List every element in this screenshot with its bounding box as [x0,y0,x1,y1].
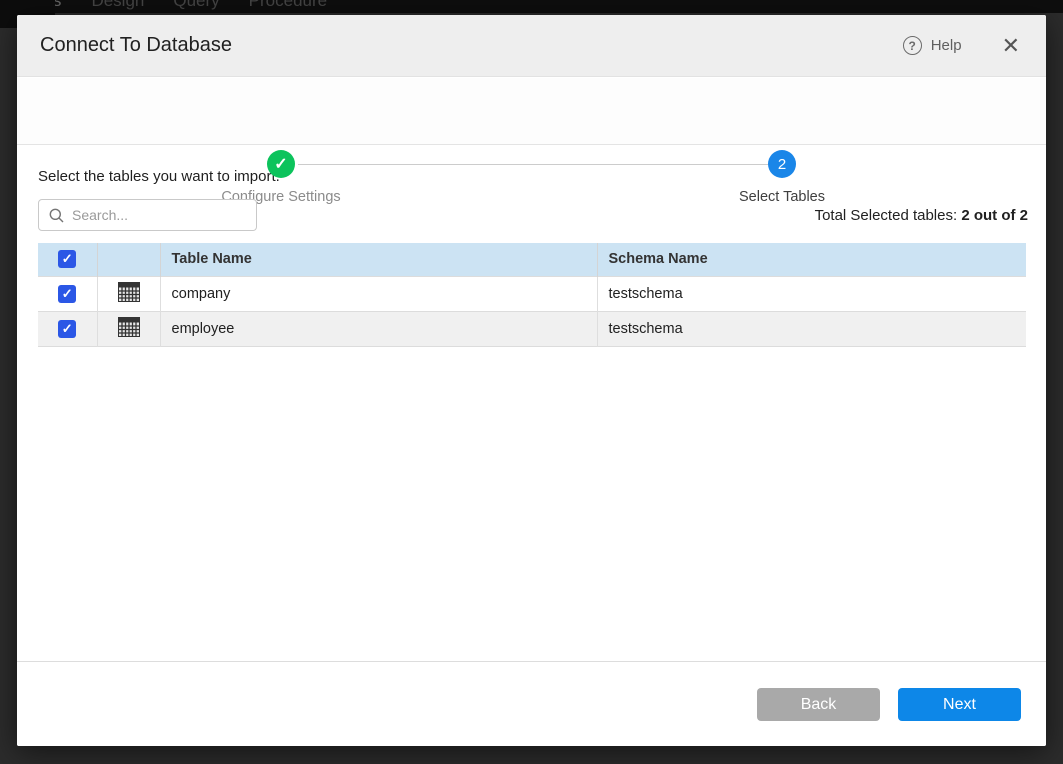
table-grid-icon [118,317,140,341]
background-menubar: Settings Design Query Procedure [0,0,1063,13]
help-icon: ? [903,36,922,55]
select-all-checkbox[interactable]: ✓ [58,250,76,268]
step2-label: Select Tables [692,189,872,205]
row-checkbox[interactable]: ✓ [58,285,76,303]
total-selected-tables: Total Selected tables: 2 out of 2 [815,207,1028,224]
dialog-footer: Back Next [17,661,1046,746]
cell-table-name: employee [160,311,597,346]
help-label: Help [931,37,962,54]
step1-complete-circle: ✓ [267,150,295,178]
table-row: ✓ [38,311,1026,346]
table-grid-icon [118,282,140,306]
menu-item-query[interactable]: Query [173,0,219,11]
step2-active-circle: 2 [768,150,796,178]
dialog-header: Connect To Database ? Help ✕ [17,15,1046,77]
cell-schema-name: testschema [597,276,1026,311]
total-selected-value: 2 out of 2 [961,207,1028,224]
tables-list: ✓ Table Name Schema Name ✓ [38,243,1026,347]
table-search-box[interactable] [38,199,257,231]
instruction-text: Select the tables you want to import. [38,168,280,185]
column-header-table-name: Table Name [160,243,597,276]
menu-item-procedure[interactable]: Procedure [249,0,327,11]
wizard-stepper: ✓ Configure Settings 2 Select Tables [17,78,1046,145]
dialog-title: Connect To Database [40,34,903,57]
help-button[interactable]: ? Help [903,36,962,55]
menu-item-design[interactable]: Design [91,0,144,11]
close-icon[interactable]: ✕ [1002,35,1020,57]
table-header-row: ✓ Table Name Schema Name [38,243,1026,276]
table-row: ✓ [38,276,1026,311]
cell-schema-name: testschema [597,311,1026,346]
connect-to-database-dialog: Connect To Database ? Help ✕ ✓ Configure… [17,15,1046,746]
cell-table-name: company [160,276,597,311]
search-icon [49,208,64,223]
row-checkbox[interactable]: ✓ [58,320,76,338]
next-button[interactable]: Next [898,688,1021,721]
check-icon: ✓ [274,154,287,174]
back-button[interactable]: Back [757,688,880,721]
step-select-tables[interactable]: 2 Select Tables [692,150,872,205]
column-header-schema-name: Schema Name [597,243,1026,276]
search-input[interactable] [72,207,242,223]
total-selected-label: Total Selected tables: [815,207,958,224]
icon-column-header [97,243,160,276]
